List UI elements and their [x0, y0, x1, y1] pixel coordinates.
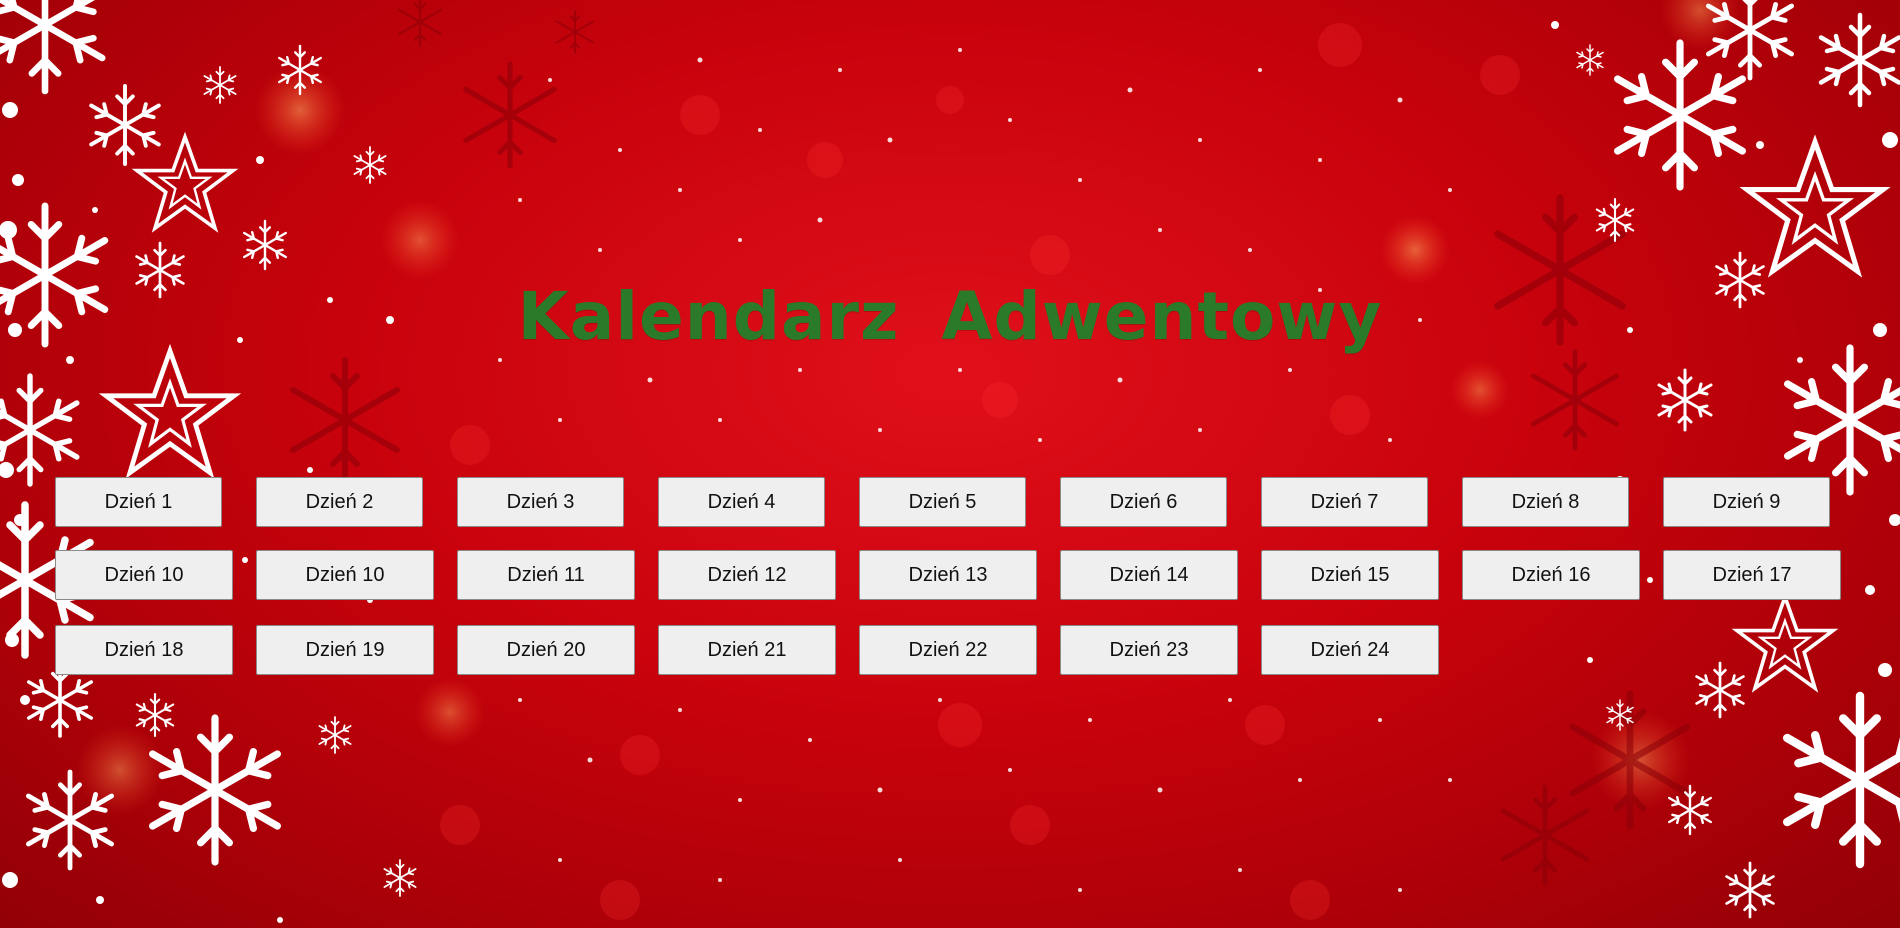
day-button-16[interactable]: Dzień 16: [1462, 550, 1640, 600]
day-button-21[interactable]: Dzień 21: [658, 625, 836, 675]
day-button-20[interactable]: Dzień 20: [457, 625, 635, 675]
day-button-8[interactable]: Dzień 8: [1462, 477, 1629, 527]
day-button-23[interactable]: Dzień 23: [1060, 625, 1238, 675]
page-title: Kalendarz Adwentowy: [517, 278, 1383, 355]
day-button-4[interactable]: Dzień 4: [658, 477, 825, 527]
day-button-6[interactable]: Dzień 6: [1060, 477, 1227, 527]
day-button-14[interactable]: Dzień 14: [1060, 550, 1238, 600]
day-button-5[interactable]: Dzień 5: [859, 477, 1026, 527]
day-button-13[interactable]: Dzień 13: [859, 550, 1037, 600]
day-button-9[interactable]: Dzień 9: [1663, 477, 1830, 527]
day-button-18[interactable]: Dzień 18: [55, 625, 233, 675]
day-button-2[interactable]: Dzień 2: [256, 477, 423, 527]
day-button-10[interactable]: Dzień 10: [55, 550, 233, 600]
day-button-17[interactable]: Dzień 17: [1663, 550, 1841, 600]
christmas-background: [0, 0, 1900, 923]
day-button-1[interactable]: Dzień 1: [55, 477, 222, 527]
day-button-10b[interactable]: Dzień 10: [256, 550, 434, 600]
day-button-22[interactable]: Dzień 22: [859, 625, 1037, 675]
day-button-11[interactable]: Dzień 11: [457, 550, 635, 600]
day-button-19[interactable]: Dzień 19: [256, 625, 434, 675]
day-button-24[interactable]: Dzień 24: [1261, 625, 1439, 675]
day-button-3[interactable]: Dzień 3: [457, 477, 624, 527]
day-button-12[interactable]: Dzień 12: [658, 550, 836, 600]
day-button-7[interactable]: Dzień 7: [1261, 477, 1428, 527]
day-button-15[interactable]: Dzień 15: [1261, 550, 1439, 600]
